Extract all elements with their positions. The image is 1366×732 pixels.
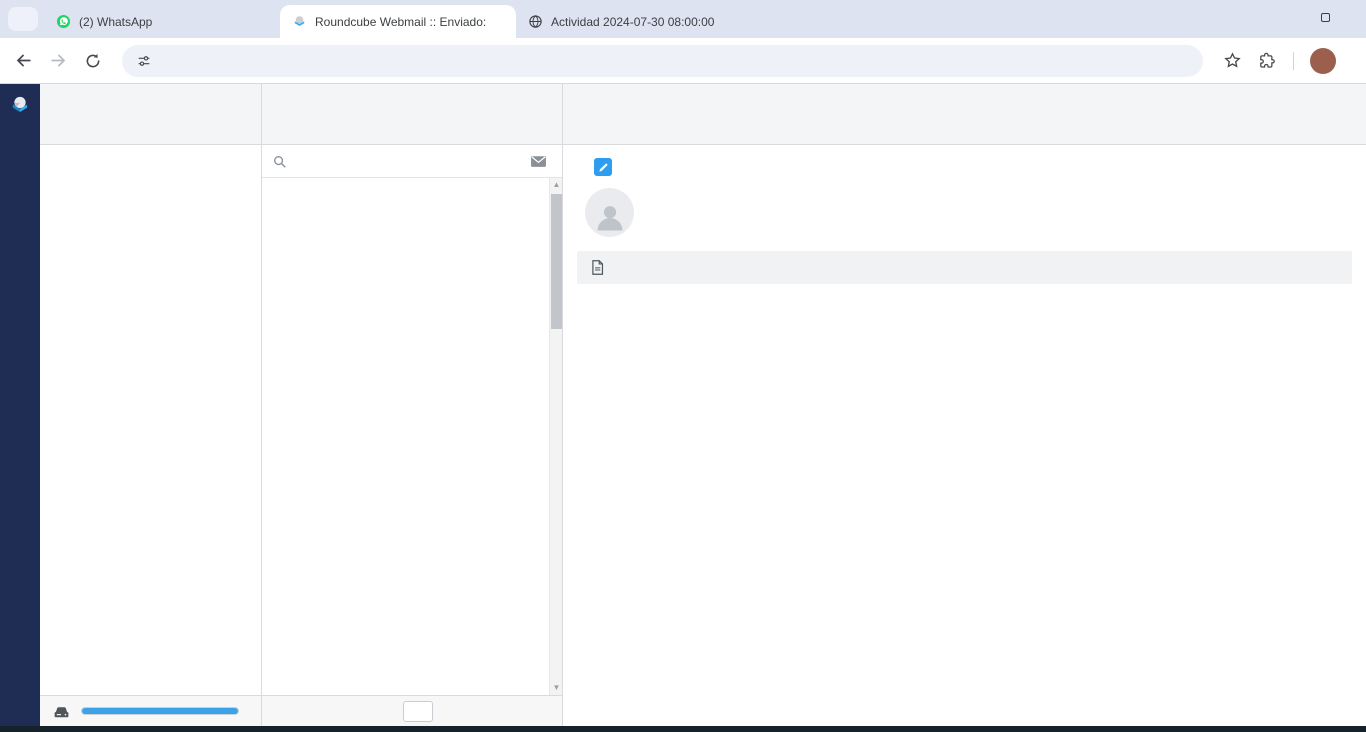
sender-avatar bbox=[585, 188, 634, 237]
list-scrollbar[interactable]: ▲ ▼ bbox=[549, 178, 562, 695]
search-input[interactable] bbox=[295, 154, 522, 169]
app-rail bbox=[0, 84, 40, 726]
search-scope-button[interactable] bbox=[530, 153, 552, 170]
tab-close-icon[interactable] bbox=[734, 20, 742, 24]
folders-column bbox=[40, 84, 262, 726]
back-button[interactable] bbox=[14, 51, 33, 70]
message-view-column bbox=[563, 84, 1366, 726]
new-tab-button[interactable] bbox=[758, 7, 784, 33]
search-bar bbox=[262, 145, 562, 178]
restore-button[interactable] bbox=[1321, 11, 1330, 24]
restore-icon bbox=[1321, 13, 1330, 22]
tab-favicon bbox=[292, 14, 307, 29]
disk-icon bbox=[52, 702, 71, 721]
profile-avatar[interactable] bbox=[1310, 48, 1336, 74]
tab-favicon bbox=[528, 14, 543, 29]
tab-title: Roundcube Webmail :: Enviado: bbox=[315, 15, 490, 29]
forward-button[interactable] bbox=[49, 51, 68, 70]
list-toolbar bbox=[262, 84, 562, 145]
edit-as-new-icon[interactable] bbox=[594, 158, 612, 176]
roundcube-logo[interactable] bbox=[0, 84, 40, 126]
attachment-bar[interactable] bbox=[577, 251, 1352, 284]
window-controls bbox=[1295, 0, 1356, 34]
tab-favicon bbox=[56, 14, 71, 29]
divider bbox=[1293, 52, 1294, 70]
quota-fill bbox=[82, 708, 238, 714]
scroll-down-icon[interactable]: ▼ bbox=[550, 681, 562, 695]
extensions-icon[interactable] bbox=[1258, 51, 1277, 70]
page-number-input[interactable] bbox=[403, 701, 433, 722]
pdf-file-icon bbox=[589, 259, 606, 276]
account-header bbox=[40, 84, 261, 145]
message-list-column: ▲ ▼ bbox=[262, 84, 563, 726]
tab-close-icon[interactable] bbox=[498, 20, 506, 24]
tab-actividad[interactable]: Actividad 2024-07-30 08:00:00 bbox=[516, 5, 752, 38]
person-icon bbox=[593, 200, 627, 234]
scroll-up-icon[interactable]: ▲ bbox=[550, 178, 562, 192]
quota-bar bbox=[81, 707, 239, 715]
message-body bbox=[563, 284, 1366, 305]
bookmark-star-icon[interactable] bbox=[1223, 51, 1242, 70]
screen-bottom-edge bbox=[0, 726, 1366, 732]
tab-roundcube[interactable]: Roundcube Webmail :: Enviado: bbox=[280, 5, 516, 38]
tab-close-icon[interactable] bbox=[262, 20, 270, 24]
site-settings-icon[interactable] bbox=[136, 53, 152, 69]
tab-search-button[interactable] bbox=[8, 7, 38, 31]
address-bar[interactable] bbox=[122, 45, 1203, 77]
tab-title: (2) WhatsApp bbox=[79, 15, 254, 29]
message-header bbox=[563, 145, 1366, 243]
tab-title: Actividad 2024-07-30 08:00:00 bbox=[551, 15, 726, 29]
envelope-icon bbox=[530, 153, 547, 170]
messages-list: ▲ ▼ bbox=[262, 178, 562, 695]
browser-url-bar bbox=[0, 38, 1366, 84]
scrollbar-thumb[interactable] bbox=[551, 194, 562, 329]
rail-icon bbox=[10, 95, 30, 115]
pencil-icon bbox=[598, 162, 609, 173]
pagination-bar bbox=[262, 695, 562, 726]
reload-button[interactable] bbox=[84, 52, 102, 70]
tab-whatsapp[interactable]: (2) WhatsApp bbox=[44, 5, 280, 38]
quota-footer bbox=[40, 695, 261, 726]
search-icon bbox=[272, 154, 287, 169]
roundcube-app: ▲ ▼ bbox=[0, 84, 1366, 726]
message-toolbar bbox=[563, 84, 1366, 145]
browser-tab-strip: (2) WhatsApp Roundcube Webmail :: Enviad… bbox=[0, 0, 1366, 38]
